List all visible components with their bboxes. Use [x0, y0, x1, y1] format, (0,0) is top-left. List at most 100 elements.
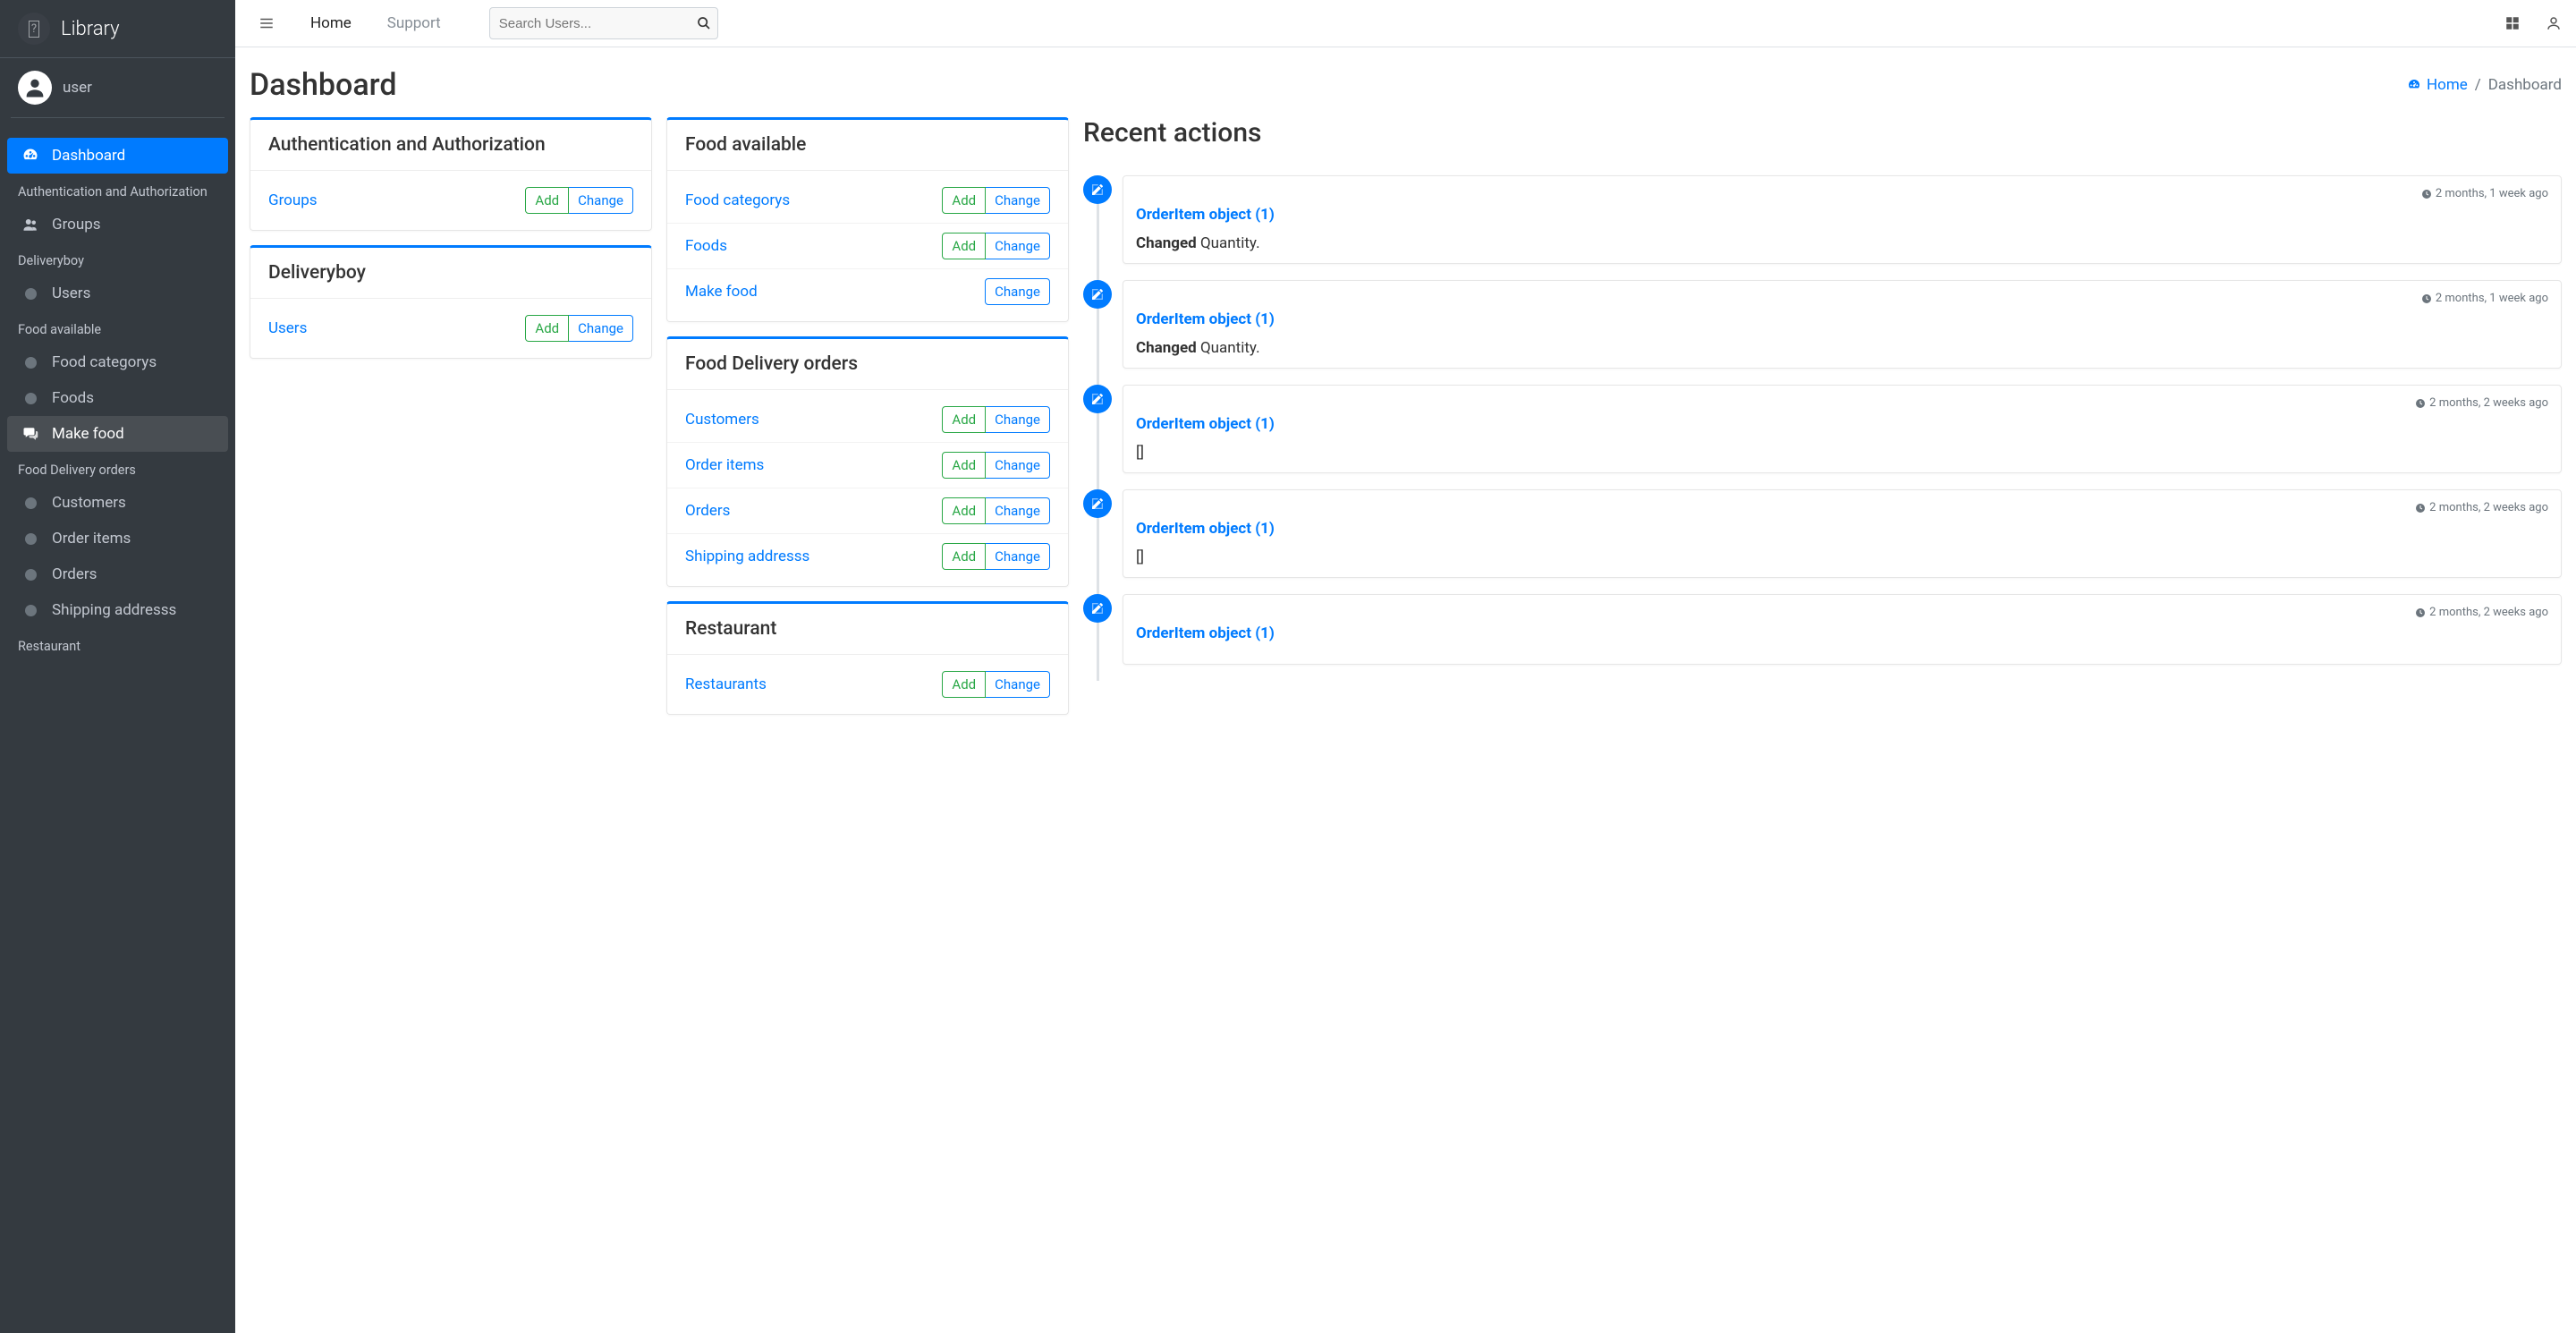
clock-icon — [2415, 503, 2426, 514]
breadcrumb: Home / Dashboard — [2407, 76, 2562, 94]
add-button[interactable]: Add — [525, 315, 569, 342]
sidebar-item[interactable]: Order items — [7, 521, 228, 556]
timeline-text: [] — [1136, 444, 2548, 462]
sidebar-item[interactable]: Customers — [7, 485, 228, 521]
add-button[interactable]: Add — [942, 452, 986, 479]
bullet-icon — [20, 393, 41, 404]
change-button[interactable]: Change — [569, 187, 633, 214]
nav-support[interactable]: Support — [378, 9, 450, 38]
add-button[interactable]: Add — [942, 497, 986, 524]
change-button[interactable]: Change — [986, 452, 1050, 479]
change-button[interactable]: Change — [985, 278, 1050, 305]
timeline-item: 2 months, 2 weeks agoOrderItem object (1… — [1123, 594, 2562, 665]
model-row: Shipping addresss AddChange — [667, 534, 1068, 579]
nav-group-header: Food available — [7, 311, 228, 344]
model-link[interactable]: Order items — [685, 456, 764, 474]
clock-icon — [2415, 398, 2426, 409]
gauge-icon — [2407, 78, 2421, 92]
change-button[interactable]: Change — [986, 543, 1050, 570]
model-link[interactable]: Foods — [685, 237, 727, 255]
nav-group-header: Food Delivery orders — [7, 452, 228, 485]
sidebar-item[interactable]: Shipping addresss — [7, 592, 228, 628]
avatar — [18, 71, 52, 105]
model-link[interactable]: Customers — [685, 411, 759, 429]
timeline-text: [] — [1136, 548, 2548, 566]
sidebar-item-label: Order items — [52, 530, 131, 548]
user-name[interactable]: user — [63, 79, 92, 97]
bullet-icon — [20, 497, 41, 509]
comments-icon — [20, 426, 41, 442]
app-card: Food availableFood categorysAddChangeFoo… — [666, 117, 1069, 322]
timeline-object-link[interactable]: OrderItem object (1) — [1136, 415, 2548, 433]
sidebar-item[interactable]: Make food — [7, 416, 228, 452]
user-menu-icon[interactable] — [2546, 15, 2562, 31]
edit-icon — [1083, 489, 1112, 518]
change-button[interactable]: Change — [986, 233, 1050, 259]
model-row: Groups AddChange — [250, 178, 651, 223]
model-link[interactable]: Users — [268, 319, 307, 337]
sidebar-item-dashboard[interactable]: Dashboard — [7, 138, 228, 174]
change-button[interactable]: Change — [986, 187, 1050, 214]
timeline-object-link[interactable]: OrderItem object (1) — [1136, 310, 2548, 328]
sidebar-item[interactable]: Users — [7, 276, 228, 311]
menu-toggle-icon[interactable] — [250, 10, 284, 37]
timeline-time: 2 months, 1 week ago — [1136, 187, 2548, 200]
grid-icon[interactable] — [2504, 15, 2521, 31]
timeline-time: 2 months, 2 weeks ago — [1136, 501, 2548, 514]
timeline-object-link[interactable]: OrderItem object (1) — [1136, 520, 2548, 538]
sidebar-item[interactable]: Groups — [7, 207, 228, 242]
brand-text: Library — [61, 18, 120, 40]
add-button[interactable]: Add — [942, 671, 986, 698]
add-button[interactable]: Add — [525, 187, 569, 214]
model-link[interactable]: Groups — [268, 191, 318, 209]
sidebar-item-label: Foods — [52, 389, 94, 407]
model-link[interactable]: Food categorys — [685, 191, 790, 209]
model-row: Order items AddChange — [667, 443, 1068, 488]
add-button[interactable]: Add — [942, 233, 986, 259]
timeline-item: 2 months, 1 week ago OrderItem object (1)… — [1123, 280, 2562, 369]
timeline-item: 2 months, 1 week ago OrderItem object (1)… — [1123, 175, 2562, 264]
change-button[interactable]: Change — [986, 406, 1050, 433]
bullet-icon — [20, 533, 41, 545]
search-input[interactable] — [490, 11, 686, 37]
nav-group-header: Deliveryboy — [7, 242, 228, 276]
app-card: Deliveryboy Users AddChange — [250, 245, 652, 359]
change-button[interactable]: Change — [986, 497, 1050, 524]
nav-group-header: Restaurant — [7, 628, 228, 661]
model-row: Users AddChange — [250, 306, 651, 351]
change-button[interactable]: Change — [986, 671, 1050, 698]
add-button[interactable]: Add — [942, 187, 986, 214]
timeline-object-link[interactable]: OrderItem object (1) — [1136, 206, 2548, 224]
sidebar-item-label: Orders — [52, 565, 97, 583]
model-link[interactable]: Make food — [685, 283, 758, 301]
app-card-title: Deliveryboy — [250, 248, 651, 299]
sidebar-item-label: Food categorys — [52, 353, 157, 371]
breadcrumb-home[interactable]: Home — [2407, 76, 2468, 94]
bullet-icon — [20, 357, 41, 369]
nav-group-header: Authentication and Authorization — [7, 174, 228, 207]
brand[interactable]: ? Library — [0, 0, 235, 58]
sidebar-item[interactable]: Foods — [7, 380, 228, 416]
sidebar-item-label: Users — [52, 284, 90, 302]
sidebar-item[interactable]: Orders — [7, 556, 228, 592]
edit-icon — [1083, 280, 1112, 309]
model-link[interactable]: Restaurants — [685, 675, 767, 693]
app-card-title: Food available — [667, 120, 1068, 171]
sidebar-item[interactable]: Food categorys — [7, 344, 228, 380]
timeline-text: Changed Quantity. — [1136, 234, 2548, 252]
nav-home[interactable]: Home — [301, 9, 360, 38]
add-button[interactable]: Add — [942, 543, 986, 570]
model-link[interactable]: Orders — [685, 502, 730, 520]
search-icon[interactable] — [686, 16, 722, 30]
sidebar-item-label: Make food — [52, 425, 124, 443]
model-link[interactable]: Shipping addresss — [685, 548, 809, 565]
sidebar-item-label: Customers — [52, 494, 126, 512]
bullet-icon — [20, 288, 41, 300]
users-icon — [20, 217, 41, 233]
recent-actions-title: Recent actions — [1083, 117, 2562, 161]
topbar: Home Support — [235, 0, 2576, 47]
change-button[interactable]: Change — [569, 315, 633, 342]
add-button[interactable]: Add — [942, 406, 986, 433]
timeline-object-link[interactable]: OrderItem object (1) — [1136, 624, 2548, 642]
timeline-time: 2 months, 1 week ago — [1136, 292, 2548, 305]
